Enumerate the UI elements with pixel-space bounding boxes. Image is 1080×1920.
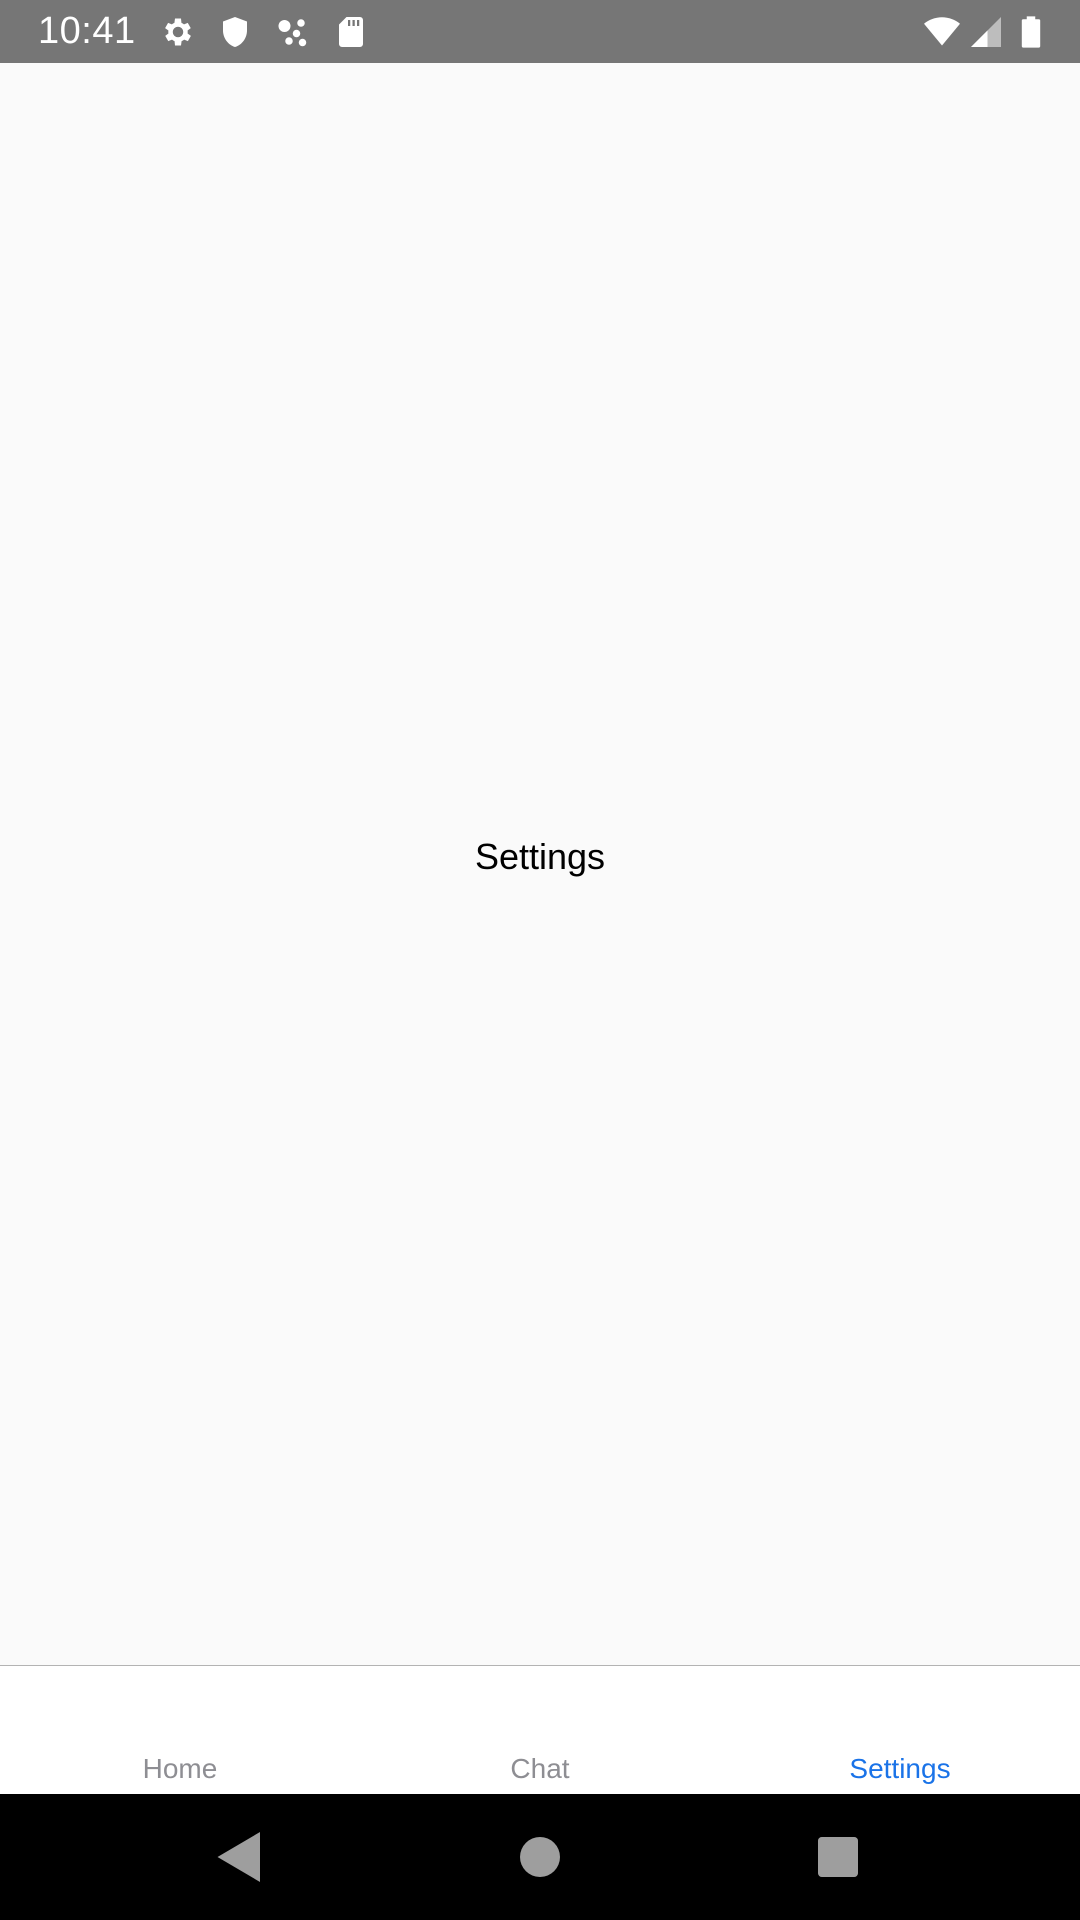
sd-card-icon (333, 14, 369, 50)
status-bar: 10:41 (0, 0, 1080, 63)
page-title: Settings (474, 836, 606, 877)
tab-home[interactable]: Home (0, 1666, 360, 1794)
gear-icon (160, 14, 196, 50)
recents-icon[interactable] (808, 1827, 868, 1887)
shield-icon (217, 14, 253, 50)
tab-chat-label: Chat (510, 1753, 570, 1784)
tab-settings-label: Settings (849, 1753, 951, 1784)
tab-home-label: Home (142, 1753, 218, 1784)
tab-settings[interactable]: Settings (720, 1666, 1080, 1794)
home-icon[interactable] (510, 1827, 570, 1887)
share-dots-icon (274, 14, 310, 50)
bottom-tab-bar: Home Chat Settings (0, 1665, 1080, 1794)
status-time: 10:41 (38, 10, 136, 52)
main-content: Settings (0, 63, 1080, 1665)
wifi-icon (920, 14, 964, 50)
tab-chat[interactable]: Chat (360, 1666, 720, 1794)
signal-icon (968, 14, 1004, 50)
back-icon[interactable] (210, 1827, 270, 1887)
battery-icon (1014, 14, 1048, 50)
system-nav-bar (0, 1794, 1080, 1920)
